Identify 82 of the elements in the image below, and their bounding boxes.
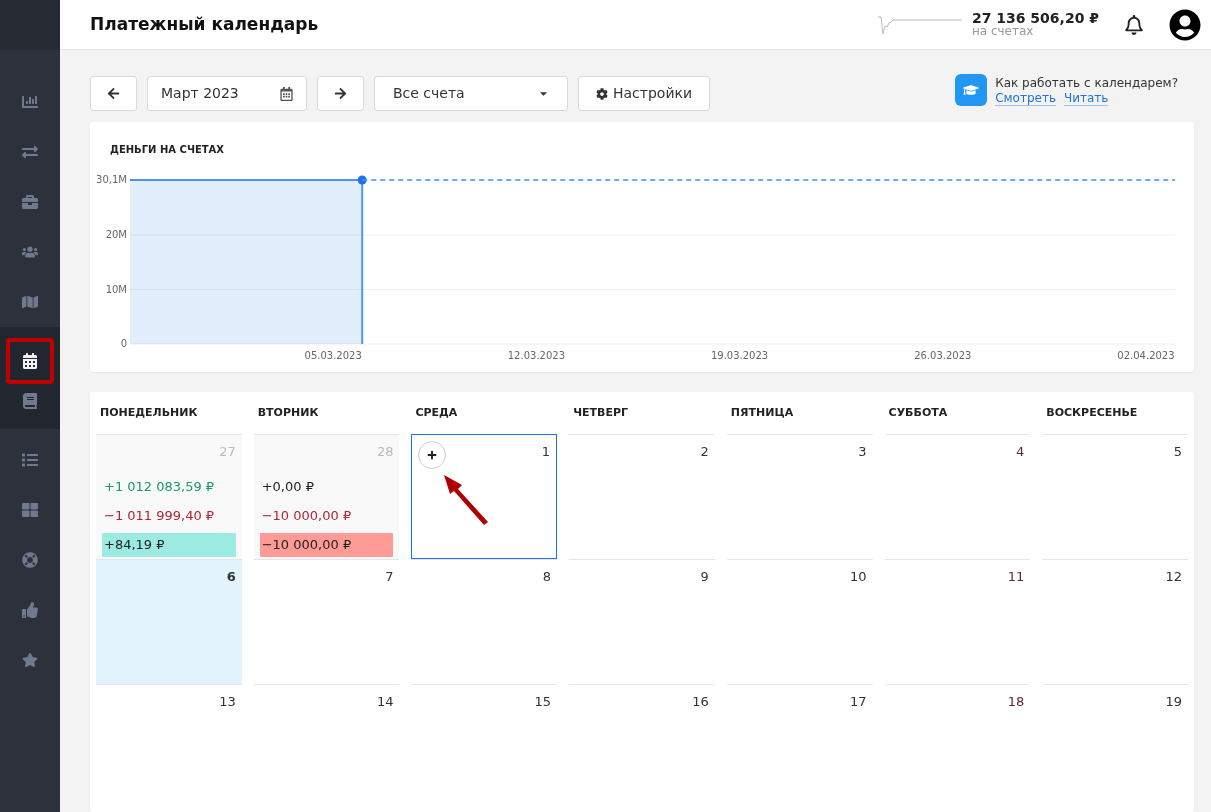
- day-number: 17: [850, 695, 867, 709]
- day-number: 4: [1016, 445, 1025, 459]
- map-icon: [22, 294, 38, 310]
- help-question: Как работать с календарем?: [995, 74, 1178, 91]
- x-tick-label: 26.03.2023: [914, 350, 972, 361]
- day-number: 19: [1165, 695, 1182, 709]
- balance-amount: 27 136 506,20 ₽: [971, 11, 1099, 25]
- y-tick-label: 10M: [105, 283, 127, 295]
- plus-icon: [427, 450, 438, 460]
- add-operation-button[interactable]: [418, 441, 447, 469]
- day-number: 28: [376, 445, 394, 459]
- weekday-header: ЧЕТВЕРГ: [572, 405, 630, 422]
- day-number: 3: [858, 445, 867, 459]
- y-tick-label: 20M: [105, 229, 127, 241]
- thumbs-up-icon: [22, 602, 38, 618]
- weekday-header: ПОНЕДЕЛЬНИК: [99, 405, 199, 422]
- list-icon: [22, 452, 38, 468]
- weekday-header: ПЯТНИЦА: [729, 405, 795, 422]
- month-field[interactable]: Март 2023: [147, 76, 307, 111]
- day-number: 1: [541, 445, 551, 459]
- x-tick-label: 19.03.2023: [710, 350, 769, 361]
- day-number: 27: [219, 445, 236, 459]
- day-number: 5: [1173, 445, 1182, 459]
- day-cell[interactable]: 1: [411, 434, 558, 559]
- lifebuoy-icon: [22, 552, 38, 568]
- sidebar-item[interactable]: [6, 338, 54, 384]
- calendar-icon: [22, 353, 38, 369]
- page-title: Платежный календарь: [90, 12, 320, 36]
- day-cell[interactable]: 28 +0,00 ₽ −10 000,00 ₽ −10 000,00 ₽: [253, 434, 400, 559]
- next-month-button[interactable]: [317, 76, 364, 111]
- y-tick-label: 0: [120, 338, 127, 349]
- day-amount: −10 000,00 ₽: [260, 507, 353, 525]
- grid-icon: [22, 502, 38, 518]
- arrow-left-icon: [107, 87, 120, 100]
- help-link[interactable]: Читать: [1063, 90, 1109, 106]
- day-amount: +1 012 083,59 ₽: [103, 478, 216, 496]
- weekday-header: СУББОТА: [887, 405, 949, 422]
- data-point: [357, 175, 367, 185]
- weekday-header: ВОСКРЕСЕНЬЕ: [1045, 405, 1139, 422]
- day-amount: −1 011 999,40 ₽: [103, 507, 216, 525]
- day-total: −10 000,00 ₽: [259, 533, 394, 557]
- day-number: 15: [534, 695, 552, 709]
- x-tick-label: 12.03.2023: [507, 350, 565, 361]
- previous-month-button[interactable]: [90, 76, 137, 111]
- day-number: 14: [376, 695, 394, 709]
- star-icon: [22, 652, 38, 668]
- day-number: 2: [700, 445, 709, 459]
- day-number: 13: [219, 695, 236, 709]
- accounts-dropdown[interactable]: Все счета: [374, 76, 568, 111]
- day-number: 8: [542, 570, 552, 584]
- day-number: 9: [700, 570, 709, 584]
- users-icon: [22, 244, 38, 260]
- day-number: 16: [692, 695, 709, 709]
- chart-title: ДЕНЬГИ НА СЧЕТАХ: [109, 144, 226, 156]
- day-cell[interactable]: 27 +1 012 083,59 ₽ −1 011 999,40 ₽ +84,19 ₽: [96, 434, 242, 559]
- book-icon: [22, 393, 38, 409]
- help-link[interactable]: Смотреть: [995, 90, 1056, 106]
- day-total: +84,19 ₽: [102, 533, 236, 557]
- avatar-icon[interactable]: [1169, 8, 1201, 41]
- day-number: 7: [385, 570, 394, 584]
- weekday-header: СРЕДА: [414, 405, 459, 422]
- notifications-icon[interactable]: [1125, 14, 1143, 35]
- day-number: 18: [1007, 695, 1025, 709]
- day-number: 6: [226, 570, 236, 584]
- x-tick-label: 02.04.2023: [1117, 350, 1175, 361]
- settings-button[interactable]: Настройки: [578, 76, 711, 111]
- day-number: 10: [850, 570, 867, 584]
- calendar-icon: [280, 86, 293, 101]
- day-cell[interactable]: 6: [96, 559, 242, 684]
- y-tick-label: 30,1M: [96, 174, 127, 185]
- bar-chart-icon: [22, 94, 38, 110]
- day-number: 11: [1007, 570, 1025, 584]
- balance-caption: на счетах: [971, 24, 1034, 38]
- weekday-header: ВТОРНИК: [256, 405, 320, 422]
- briefcase-icon: [22, 194, 38, 210]
- settings-icon: [596, 87, 608, 100]
- x-tick-label: 05.03.2023: [304, 350, 362, 361]
- arrows-icon: [22, 144, 38, 160]
- day-amount: +0,00 ₽: [260, 478, 315, 496]
- graduation-cap-icon: [963, 82, 980, 98]
- day-number: 12: [1165, 570, 1182, 584]
- arrow-right-icon: [334, 87, 347, 100]
